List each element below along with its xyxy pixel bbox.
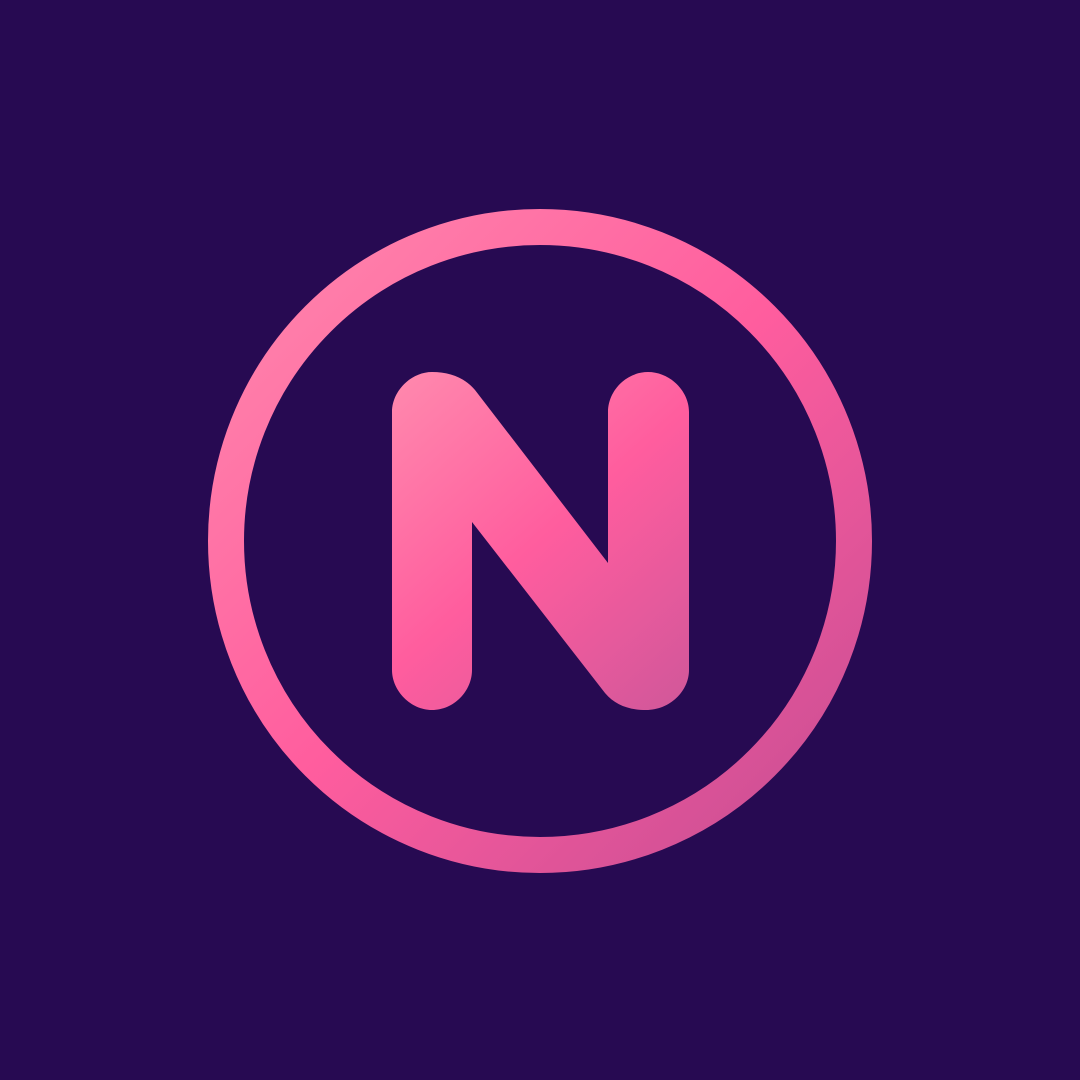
logo-canvas	[0, 0, 1080, 1080]
n-circle-logo-icon	[208, 209, 872, 873]
logo-letter-n	[392, 372, 689, 710]
